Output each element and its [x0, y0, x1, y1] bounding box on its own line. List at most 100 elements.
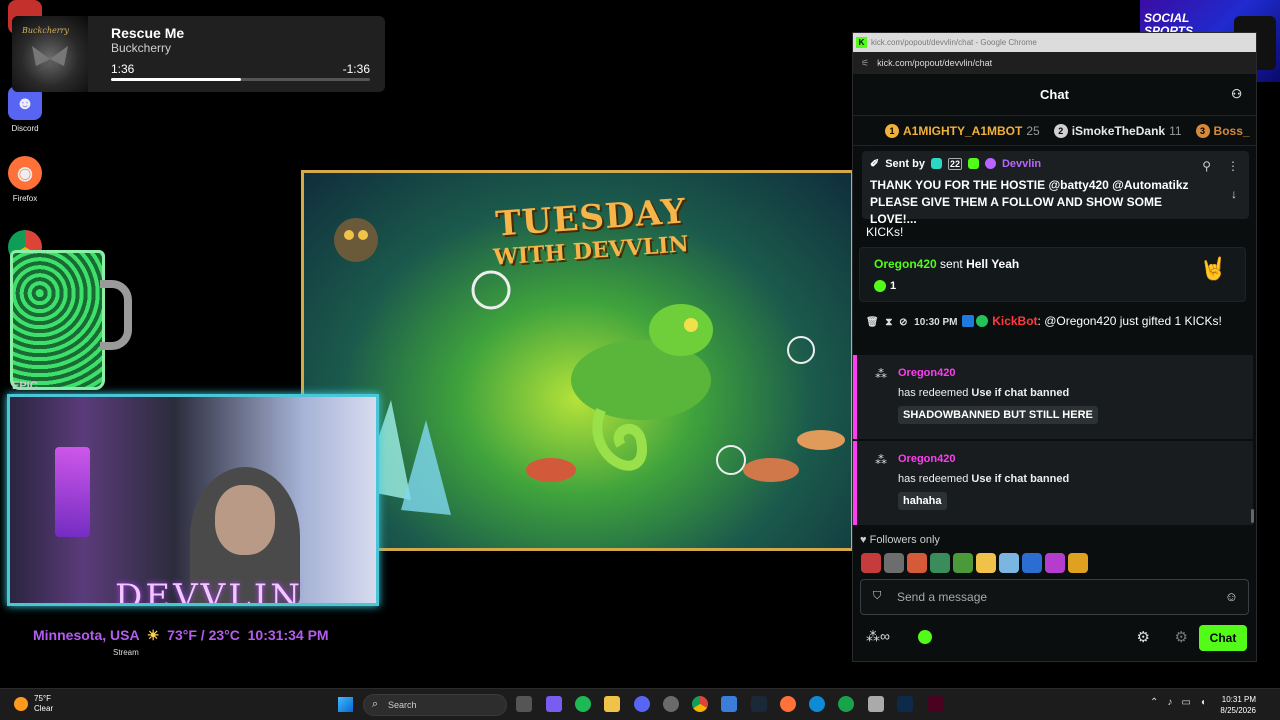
webcam-name-overlay: DEVVLIN [115, 577, 303, 606]
ban-icon[interactable]: ⊘ [899, 317, 907, 328]
xbox-icon[interactable] [838, 696, 854, 712]
desktop-icon-discord[interactable]: ☻ Discord [4, 86, 46, 133]
emote-icon[interactable] [999, 553, 1019, 573]
sent-by-label: Sent by [885, 157, 925, 170]
emote-icon[interactable] [1068, 553, 1088, 573]
redeem-description: has redeemed Use if chat banned [898, 473, 1069, 485]
kick-coin-icon[interactable] [917, 629, 932, 644]
message-input[interactable] [897, 587, 1217, 607]
emote-icon[interactable] [861, 553, 881, 573]
unpin-icon[interactable]: ⚲ [1202, 159, 1211, 173]
store-icon[interactable] [721, 696, 737, 712]
desktop-icon-firefox[interactable]: ◉ Firefox [4, 156, 46, 203]
more-options-icon[interactable]: ⋮ [1227, 159, 1239, 173]
settings-icon[interactable]: ⚙ [1137, 628, 1150, 646]
emote-icon[interactable] [1045, 553, 1065, 573]
redeem-user[interactable]: Oregon420 [898, 367, 955, 379]
steam-icon[interactable] [751, 696, 767, 712]
task-view-icon[interactable] [516, 696, 532, 712]
emote-bar [861, 553, 1088, 573]
mod-tools-icon[interactable]: ⚙ [1175, 628, 1188, 646]
gift-user[interactable]: Oregon420 [874, 257, 937, 271]
followers-only-label: Followers only [869, 534, 940, 546]
gift-count: 1 [890, 280, 897, 292]
channel-points-icon[interactable]: ⁂∞ [866, 628, 890, 645]
send-chat-button[interactable]: Chat [1199, 625, 1247, 651]
clock-date: 8/25/2026 [1220, 706, 1256, 715]
users-icon[interactable]: ⚇ [1231, 87, 1242, 101]
discord-taskbar-icon[interactable] [634, 696, 650, 712]
photoshop-icon[interactable] [897, 696, 913, 712]
redeem-user[interactable]: Oregon420 [898, 453, 955, 465]
timeout-icon[interactable]: ⧗ [885, 317, 892, 328]
bot-badge-icon [961, 315, 974, 327]
taskbar-temp: 75°F [34, 694, 51, 703]
reward-redeem-event: ⁂ Oregon420 has redeemed Use if chat ban… [853, 355, 1253, 439]
search-label: Search [388, 700, 417, 710]
progress-fill [111, 78, 241, 81]
clock-time: 10:31 PM [1221, 695, 1256, 704]
emote-icon[interactable] [907, 553, 927, 573]
footer-left-icons: ⁂∞ [866, 628, 932, 645]
streamer-face [215, 485, 275, 555]
butterfly-icon [32, 46, 68, 72]
redeem-description: has redeemed Use if chat banned [898, 387, 1069, 399]
emote-icon[interactable] [976, 553, 996, 573]
emote-icon[interactable] [884, 553, 904, 573]
mug-handle [100, 280, 132, 350]
window-titlebar[interactable]: K kick.com/popout/devvlin/chat - Google … [853, 33, 1256, 52]
remaining-time: -1:36 [342, 62, 370, 76]
media-player-flyout[interactable]: Buckcherry Rescue Me Buckcherry 1:36 -1:… [12, 16, 385, 92]
message-author[interactable]: KickBot [992, 314, 1037, 328]
obs-icon[interactable] [663, 696, 679, 712]
taskbar-weather[interactable]: 75°F Clear [14, 694, 53, 714]
pinned-text: THANK YOU FOR THE HOSTIE @batty420 @Auto… [870, 178, 1189, 226]
edge-icon[interactable] [809, 696, 825, 712]
microphone-icon[interactable]: ♪ [1167, 697, 1172, 708]
firefox-icon: ◉ [8, 156, 42, 190]
redeem-reward: Use if chat banned [971, 473, 1070, 485]
emote-icon[interactable] [953, 553, 973, 573]
tray-chevron-icon[interactable]: ⌃ [1150, 697, 1158, 708]
chat-popout-window: K kick.com/popout/devvlin/chat - Google … [852, 32, 1257, 662]
progress-bar[interactable] [111, 78, 370, 81]
emote-icon[interactable] [1022, 553, 1042, 573]
file-explorer-icon[interactable] [604, 696, 620, 712]
chrome-taskbar-icon[interactable] [692, 696, 708, 712]
site-info-icon[interactable]: ⚟ [861, 58, 869, 69]
chat-scrollbar[interactable] [1251, 509, 1254, 523]
vip-badge-icon [967, 158, 979, 169]
message-text: @Oregon420 just gifted 1 KICKs! [1044, 314, 1222, 328]
leaderboard-entry[interactable]: 1 A1MIGHTY_A1MBOT 25 [885, 123, 1040, 138]
copilot-icon[interactable] [546, 696, 562, 712]
pin-icon: ✐ [870, 158, 880, 170]
redeem-prefix: has redeemed [898, 473, 969, 485]
track-title: Rescue Me [111, 25, 185, 41]
indesign-icon[interactable] [927, 696, 943, 712]
windows-start-icon[interactable] [338, 697, 353, 712]
emoji-picker-icon[interactable]: ☺ [1225, 589, 1238, 604]
taskbar-search[interactable]: ⌕ Search [363, 694, 507, 716]
network-icon[interactable]: ▭ [1181, 697, 1190, 708]
app-icon[interactable] [868, 696, 884, 712]
message-input-box: ⛉ ☺ [860, 579, 1249, 615]
delete-icon[interactable]: 🗑 [866, 317, 879, 328]
pinned-author[interactable]: Devvlin [1002, 158, 1041, 170]
taskbar: 75°F Clear ⌕ Search ⌃ ♪ ▭ ◖ 10:31 PM 8/2… [0, 688, 1280, 720]
firefox-taskbar-icon[interactable] [780, 696, 796, 712]
rank-medal-icon: 2 [1053, 123, 1068, 138]
spotify-icon[interactable] [575, 696, 591, 712]
expand-pinned-icon[interactable]: ↓ [1231, 187, 1237, 201]
url-text: kick.com/popout/devvlin/chat [877, 58, 993, 68]
volume-icon[interactable]: ◖ [1200, 697, 1206, 708]
leaderboard-entry[interactable]: 3 Boss_ [1195, 123, 1250, 138]
address-bar[interactable]: ⚟ kick.com/popout/devvlin/chat [853, 52, 1256, 74]
channel-points-icon: ⁂ [875, 453, 887, 467]
taskbar-condition: Clear [34, 704, 54, 713]
chat-mode-indicator: ♥ Followers only [860, 534, 940, 546]
emote-icon[interactable] [930, 553, 950, 573]
taskbar-clock[interactable]: 10:31 PM 8/25/2026 [1220, 694, 1256, 716]
clover-mug-decoration [10, 250, 105, 390]
desktop-icon-label: Firefox [12, 194, 38, 203]
leaderboard-entry[interactable]: 2 iSmokeTheDank 11 [1053, 123, 1182, 138]
